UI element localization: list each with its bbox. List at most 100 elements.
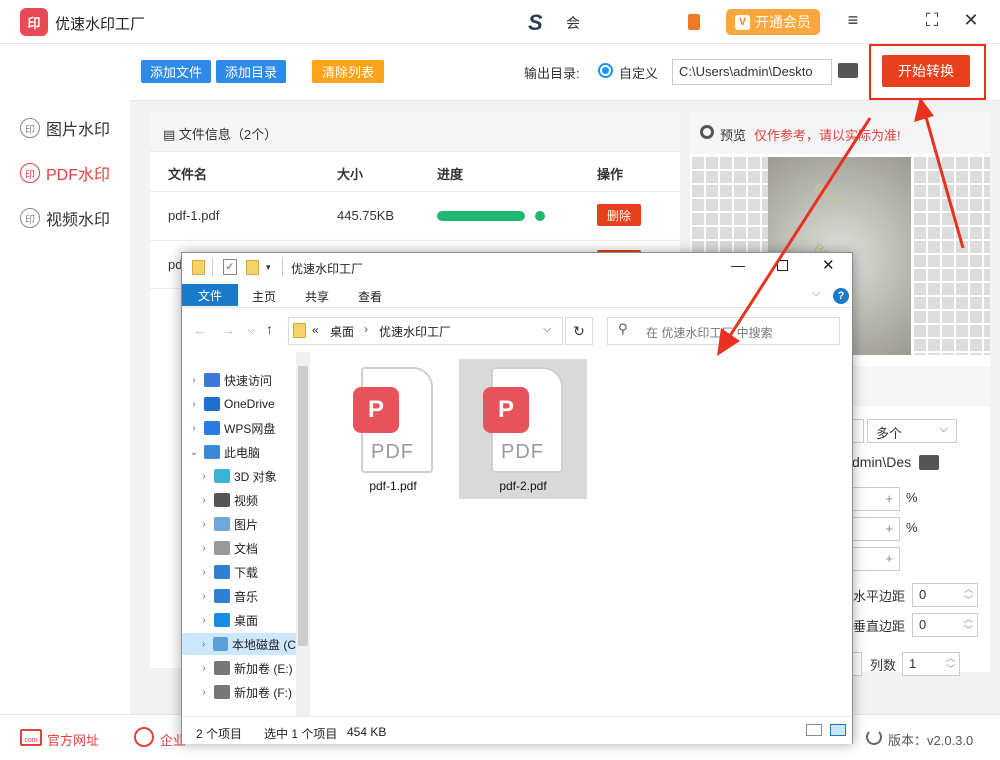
tab-view[interactable]: 查看 xyxy=(358,288,382,305)
tree-item[interactable]: › 桌面 xyxy=(182,609,296,631)
chevron-right-icon[interactable]: › xyxy=(198,591,210,602)
tree-item[interactable]: › 文档 xyxy=(182,537,296,559)
tree-item[interactable]: › OneDrive xyxy=(182,393,296,415)
chevron-right-icon[interactable]: › xyxy=(198,471,210,482)
chevron-right-icon[interactable]: › xyxy=(198,663,210,674)
plus-icon[interactable]: + xyxy=(885,551,893,566)
tree-item[interactable]: › 图片 xyxy=(182,513,296,535)
properties-icon[interactable]: ✓ xyxy=(223,259,237,275)
ribbon-expand-icon[interactable]: ⌵ xyxy=(812,287,820,300)
tab-share[interactable]: 共享 xyxy=(305,288,329,305)
details-view-icon[interactable] xyxy=(806,724,822,736)
tree-item[interactable]: › 新加卷 (F:) xyxy=(182,681,296,703)
tab-file[interactable]: 文件 xyxy=(182,284,238,306)
tree-item-label: 新加卷 (E:) xyxy=(234,661,293,676)
chevron-down-icon[interactable]: ⌵ xyxy=(543,323,551,336)
recent-dropdown-icon[interactable]: ⌵ xyxy=(248,325,255,336)
chevron-right-icon[interactable]: › xyxy=(198,615,210,626)
v-margin-input[interactable]: 0 ︿ ﹀ xyxy=(912,613,978,637)
chevron-right-icon[interactable]: › xyxy=(188,375,200,386)
tree-item[interactable]: › WPS网盘 xyxy=(182,417,296,439)
qat-dropdown-icon[interactable]: ▾ xyxy=(266,262,271,273)
clear-list-button[interactable]: 清除列表 xyxy=(312,60,384,83)
search-input[interactable]: 在 优速水印工厂 中搜索 xyxy=(607,317,840,345)
new-folder-icon[interactable] xyxy=(246,260,259,275)
spinner-icon[interactable]: ︿ ﹀ xyxy=(946,653,955,675)
sidebar-item-image-watermark[interactable]: 印图片水印 xyxy=(20,116,110,140)
minimize-icon[interactable]: — xyxy=(731,257,745,273)
tree-item-label: 音乐 xyxy=(234,589,259,604)
large-icons-view-icon[interactable] xyxy=(830,724,846,736)
chevron-right-icon[interactable]: › xyxy=(188,423,200,434)
tree-item-icon xyxy=(214,589,230,603)
add-file-button[interactable]: 添加文件 xyxy=(141,60,211,83)
stepper-input[interactable]: + xyxy=(852,547,900,571)
output-path-input[interactable]: C:\Users\admin\Deskto xyxy=(672,59,832,85)
menu-icon[interactable]: ≡ xyxy=(843,10,863,31)
refresh-button[interactable]: ↻ xyxy=(565,317,593,345)
app-title: 优速水印工厂 xyxy=(55,16,146,33)
tree-item[interactable]: › 3D 对象 xyxy=(182,465,296,487)
plus-icon[interactable]: + xyxy=(885,521,893,536)
tree-item-icon xyxy=(204,373,220,387)
spinner-icon[interactable]: ︿ ﹀ xyxy=(964,614,973,636)
tree-item-icon xyxy=(214,685,230,699)
sidebar-item-video-watermark[interactable]: 印视频水印 xyxy=(20,206,110,230)
cols-input[interactable]: 1 ︿ ﹀ xyxy=(902,652,960,676)
close-icon[interactable]: ✕ xyxy=(822,256,835,274)
delete-button[interactable]: 删除 xyxy=(597,204,641,226)
tree-item-label: 下载 xyxy=(234,565,259,580)
tree-item[interactable]: › 新加卷 (E:) xyxy=(182,657,296,679)
rows-spinner-partial[interactable] xyxy=(852,652,862,676)
tree-item-icon xyxy=(214,517,230,531)
custom-radio[interactable] xyxy=(598,63,613,78)
stepper-input[interactable]: + xyxy=(852,517,900,541)
chevron-right-icon[interactable]: › xyxy=(198,639,209,650)
tree-item[interactable]: › 下载 xyxy=(182,561,296,583)
close-icon[interactable]: ✕ xyxy=(961,10,981,31)
chevron-right-icon[interactable]: › xyxy=(198,543,210,554)
chevron-down-icon[interactable]: ⌄ xyxy=(188,447,200,458)
add-directory-button[interactable]: 添加目录 xyxy=(216,60,286,83)
mode-select[interactable]: 多个 ⌵ xyxy=(867,419,957,443)
chevron-right-icon[interactable]: › xyxy=(198,687,210,698)
tree-item[interactable]: ⌄ 此电脑 xyxy=(182,441,296,463)
help-icon[interactable]: ? xyxy=(833,288,849,304)
chevron-right-icon[interactable]: › xyxy=(198,495,210,506)
spinner-icon[interactable]: ︿ ﹀ xyxy=(964,584,973,606)
open-vip-button[interactable]: V 开通会员 xyxy=(726,9,820,35)
back-icon[interactable]: ← xyxy=(193,322,207,338)
maximize-icon[interactable] xyxy=(777,260,788,271)
h-margin-input[interactable]: 0 ︿ ﹀ xyxy=(912,583,978,607)
up-icon[interactable]: ↑ xyxy=(266,321,273,337)
chevron-right-icon[interactable]: › xyxy=(198,567,210,578)
watermark-text: Bank xyxy=(811,180,847,209)
tree-item[interactable]: › 本地磁盘 (C xyxy=(182,633,296,655)
chevron-right-icon[interactable]: › xyxy=(188,399,200,410)
folder-icon[interactable] xyxy=(919,455,939,470)
col-header-size: 大小 xyxy=(337,167,364,182)
tab-home[interactable]: 主页 xyxy=(252,288,276,305)
col-header-progress: 进度 xyxy=(437,167,464,182)
row-divider xyxy=(150,240,680,241)
tree-item-label: WPS网盘 xyxy=(224,421,276,436)
official-site-link[interactable]: 官方网址 xyxy=(47,730,99,749)
selected-count: 选中 1 个项目 xyxy=(264,727,338,741)
file-item-pdf-1[interactable]: P PDF pdf-1.pdf xyxy=(329,359,457,499)
chevron-right-icon[interactable]: › xyxy=(198,519,210,530)
plus-icon[interactable]: + xyxy=(885,491,893,506)
h-margin-label: 水平边距 xyxy=(853,589,906,604)
forward-icon[interactable]: → xyxy=(221,322,235,338)
breadcrumb-current[interactable]: 优速水印工厂 xyxy=(379,323,451,340)
stepper-input[interactable]: + xyxy=(852,487,900,511)
tree-item[interactable]: › 快速访问 xyxy=(182,369,296,391)
sidebar-item-pdf-watermark[interactable]: 印 PDF水印 xyxy=(20,161,110,185)
tree-item[interactable]: › 音乐 xyxy=(182,585,296,607)
breadcrumb-desktop[interactable]: 桌面 xyxy=(330,323,354,340)
maximize-icon[interactable]: ⛶ xyxy=(922,10,942,31)
tree-item[interactable]: › 视频 xyxy=(182,489,296,511)
tree-item-icon xyxy=(214,493,230,507)
tree-scroll-thumb[interactable] xyxy=(298,366,308,646)
file-item-pdf-2[interactable]: P PDF pdf-2.pdf xyxy=(459,359,587,499)
folder-icon[interactable] xyxy=(838,63,858,78)
